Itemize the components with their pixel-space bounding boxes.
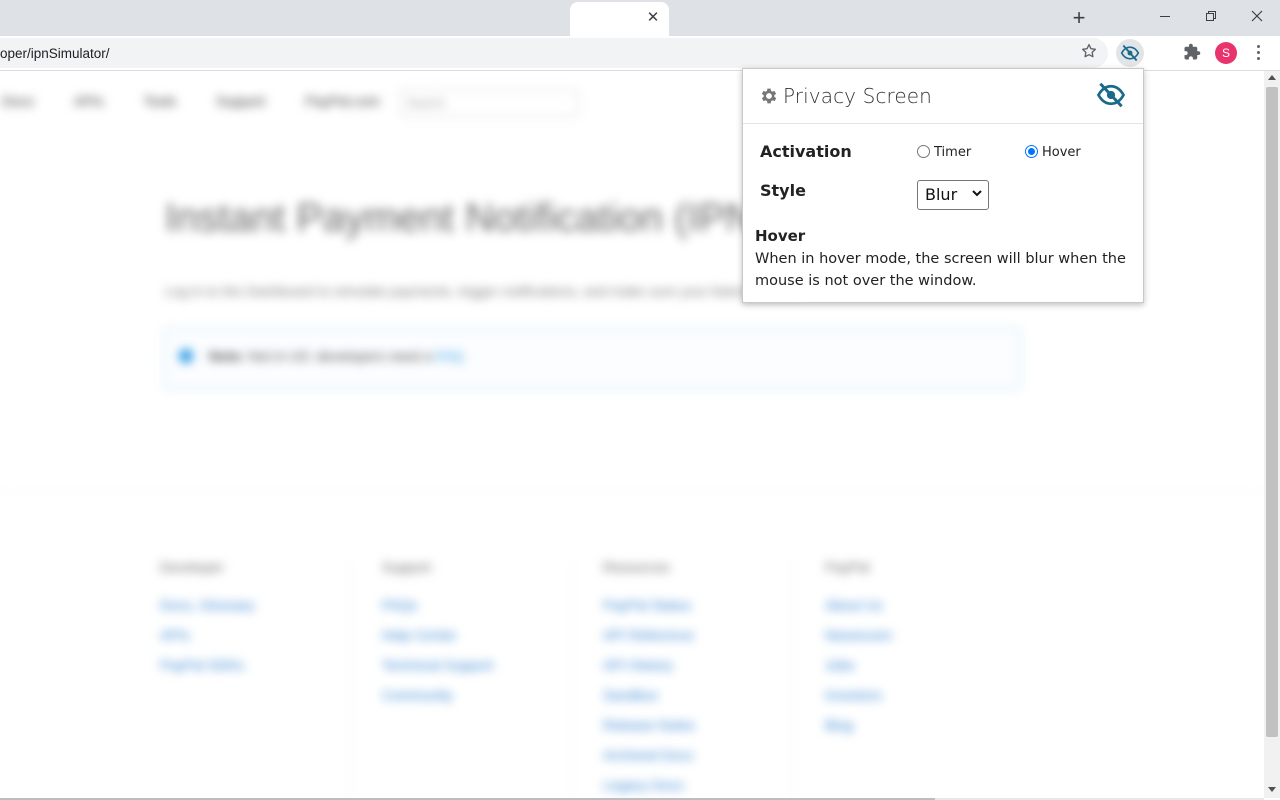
- eye-slash-icon: [1120, 44, 1140, 62]
- activation-label: Activation: [760, 142, 852, 161]
- timer-radio-label[interactable]: Timer: [934, 145, 971, 160]
- gear-icon[interactable]: [759, 86, 779, 106]
- footer-link[interactable]: Sandbox: [603, 687, 695, 703]
- footer-separator: [792, 559, 793, 798]
- footer-separator: [572, 559, 573, 798]
- footer-separator: [350, 559, 351, 798]
- footer-link[interactable]: Release Notes: [603, 717, 695, 733]
- site-nav: Docs APIs Tools Support PayPal.com: [0, 93, 420, 109]
- restore-icon: [1206, 11, 1216, 21]
- timer-radio[interactable]: [917, 145, 930, 158]
- footer-link[interactable]: API Reference: [603, 627, 695, 643]
- footer-link[interactable]: Investors: [825, 687, 892, 703]
- scroll-down-arrow-icon[interactable]: [1268, 787, 1276, 792]
- browser-toolbar: oper/ipnSimulator/ S: [0, 36, 1280, 71]
- scroll-up-arrow-icon[interactable]: [1268, 75, 1276, 80]
- new-tab-button[interactable]: +: [1066, 6, 1092, 30]
- restore-button[interactable]: [1188, 0, 1234, 32]
- nav-item[interactable]: PayPal.com: [305, 93, 380, 109]
- minimize-icon: [1160, 16, 1170, 17]
- window-close-button[interactable]: [1234, 0, 1280, 32]
- style-label: Style: [760, 181, 806, 200]
- footer-link[interactable]: Legacy Docs: [603, 777, 695, 793]
- popup-header: Privacy Screen: [743, 69, 1143, 124]
- info-icon: [179, 349, 193, 363]
- note-body: Not in US: developers need a: [244, 348, 432, 364]
- note-text: Note: Not in US: developers need a FAQ: [209, 348, 463, 364]
- url-text[interactable]: oper/ipnSimulator/: [0, 46, 110, 61]
- footer-link[interactable]: Archived Docs: [603, 747, 695, 763]
- scrollbar-thumb[interactable]: [1266, 87, 1278, 737]
- footer-link[interactable]: Community: [382, 687, 493, 703]
- help-title: Hover: [755, 227, 806, 245]
- minimize-button[interactable]: [1142, 0, 1188, 32]
- browser-menu-icon[interactable]: [1252, 43, 1264, 63]
- hover-radio[interactable]: [1025, 145, 1038, 158]
- footer-column: Support FAQs Help Center Technical Suppo…: [382, 559, 493, 717]
- privacy-screen-extension-button[interactable]: [1116, 39, 1144, 67]
- page-subtitle: Log in to the Dashboard to simulate paym…: [165, 283, 801, 299]
- section-divider: [0, 491, 1264, 492]
- nav-item[interactable]: Support: [216, 93, 265, 109]
- footer-link[interactable]: FAQs: [382, 597, 493, 613]
- vertical-scrollbar[interactable]: [1264, 71, 1280, 798]
- footer-link[interactable]: Newsroom: [825, 627, 892, 643]
- footer-heading: Support: [382, 559, 432, 575]
- close-icon: [1251, 10, 1263, 22]
- footer-link[interactable]: Docs, Glossary: [160, 597, 255, 613]
- footer-link[interactable]: Technical Support: [382, 657, 493, 673]
- footer-column: PayPal About Us Newsroom Jobs Investors …: [825, 559, 892, 747]
- eye-slash-icon[interactable]: [1095, 80, 1127, 110]
- footer-heading: Resources: [603, 559, 670, 575]
- footer-link[interactable]: PayPal Status: [603, 597, 695, 613]
- active-tab[interactable]: ✕: [570, 2, 669, 36]
- bookmark-star-icon[interactable]: [1080, 42, 1098, 65]
- footer-column: Resources PayPal Status API Reference AP…: [603, 559, 695, 798]
- note-bold: Note:: [209, 348, 245, 364]
- footer-heading: Developer: [160, 559, 224, 575]
- nav-item[interactable]: Tools: [143, 93, 176, 109]
- style-select[interactable]: Blur: [917, 180, 989, 210]
- tab-strip: ✕ +: [0, 0, 1280, 36]
- footer-link[interactable]: APIs: [160, 627, 255, 643]
- footer-link[interactable]: About Us: [825, 597, 892, 613]
- footer-link[interactable]: Blog: [825, 717, 892, 733]
- note-link[interactable]: FAQ: [435, 348, 463, 364]
- privacy-screen-popup: Privacy Screen Activation Timer Hover St…: [742, 68, 1144, 303]
- style-select-value: Blur: [925, 185, 958, 204]
- footer-link[interactable]: API History: [603, 657, 695, 673]
- footer-link[interactable]: Help Center: [382, 627, 493, 643]
- profile-avatar[interactable]: S: [1215, 42, 1237, 64]
- extensions-puzzle-icon[interactable]: [1183, 43, 1201, 66]
- chevron-down-icon: [972, 190, 982, 197]
- address-bar[interactable]: oper/ipnSimulator/: [0, 38, 1108, 68]
- tab-close-icon[interactable]: ✕: [645, 10, 661, 26]
- help-text: When in hover mode, the screen will blur…: [755, 251, 1126, 289]
- info-note: Note: Not in US: developers need a FAQ: [163, 327, 1022, 391]
- footer-heading: PayPal: [825, 559, 870, 575]
- footer-link[interactable]: Jobs: [825, 657, 892, 673]
- footer-column: Developer Docs, Glossary APIs PayPal SDK…: [160, 559, 255, 687]
- nav-item[interactable]: APIs: [74, 93, 104, 109]
- hover-radio-label[interactable]: Hover: [1042, 145, 1081, 160]
- popup-title: Privacy Screen: [783, 84, 932, 108]
- site-search-input[interactable]: Search: [400, 89, 578, 117]
- nav-item[interactable]: Docs: [2, 93, 34, 109]
- footer-link[interactable]: PayPal SDKs: [160, 657, 255, 673]
